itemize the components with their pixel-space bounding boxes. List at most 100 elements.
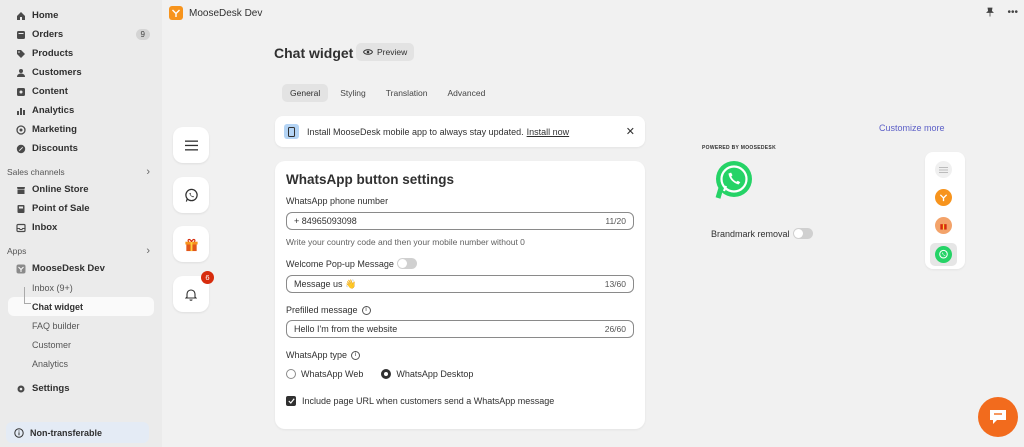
- radio-whatsapp-desktop[interactable]: WhatsApp Desktop: [381, 369, 473, 379]
- nav-online-store[interactable]: Online Store: [0, 180, 162, 199]
- nav-settings[interactable]: Settings: [0, 379, 162, 398]
- menu-dots-icon[interactable]: [935, 161, 952, 178]
- phone-char-count: 11/20: [605, 216, 626, 226]
- nav-inbox[interactable]: Inbox: [0, 218, 162, 237]
- apps-header[interactable]: Apps ›: [0, 242, 162, 259]
- phone-number-input[interactable]: + 84965093098 11/20: [286, 212, 634, 230]
- target-icon: [16, 124, 26, 135]
- mobile-phone-icon: [284, 124, 299, 139]
- tab-styling[interactable]: Styling: [332, 84, 374, 102]
- hamburger-icon: [184, 140, 198, 150]
- powered-by-label: POWERED BY MOOSEDESK: [702, 145, 776, 151]
- moosedesk-logo-icon: [169, 6, 183, 20]
- prefilled-message-input[interactable]: Hello I'm from the website 26/60: [286, 320, 634, 338]
- prefilled-label-text: Prefilled message: [286, 305, 358, 315]
- install-now-link[interactable]: Install now: [527, 127, 570, 137]
- nav-label: Content: [32, 86, 68, 97]
- popup-toggle[interactable]: [396, 258, 417, 269]
- person-icon: [16, 68, 26, 78]
- tab-advanced[interactable]: Advanced: [440, 84, 494, 102]
- nav-sub-faq-builder[interactable]: FAQ builder: [0, 316, 162, 335]
- radio-label: WhatsApp Web: [301, 369, 364, 379]
- include-url-checkbox-row[interactable]: Include page URL when customers send a W…: [286, 396, 554, 406]
- orders-icon: [16, 30, 26, 40]
- prefilled-char-count: 26/60: [604, 324, 626, 334]
- banner-text: Install MooseDesk mobile app to always s…: [307, 126, 524, 137]
- checkbox-checked[interactable]: [286, 396, 296, 406]
- nav-sub-chat-widget[interactable]: Chat widget: [8, 287, 154, 316]
- nav-customers[interactable]: Customers: [0, 63, 162, 82]
- whatsapp-channel-button[interactable]: [173, 177, 209, 213]
- nav-label: Orders: [32, 29, 64, 40]
- nav-products[interactable]: Products: [0, 44, 162, 63]
- popup-char-count: 13/60: [604, 279, 626, 289]
- eye-icon: [363, 49, 373, 55]
- nav-label: Settings: [32, 383, 70, 394]
- whatsapp-icon[interactable]: [935, 246, 952, 263]
- gift-icon[interactable]: [935, 217, 952, 234]
- nav-label: Analytics: [32, 105, 75, 116]
- radio-whatsapp-web[interactable]: WhatsApp Web: [286, 369, 363, 379]
- nav-label: MooseDesk Dev: [32, 263, 105, 274]
- tab-general[interactable]: General: [282, 84, 329, 102]
- inbox-icon: [16, 223, 26, 233]
- prefilled-value: Hello I'm from the website: [294, 324, 398, 334]
- app-topbar: MooseDesk Dev •••: [162, 0, 1024, 26]
- nav-point-of-sale[interactable]: Point of Sale: [0, 199, 162, 218]
- nav-label: Customers: [32, 67, 82, 78]
- orders-count-badge: 9: [135, 29, 150, 40]
- info-icon[interactable]: i: [351, 350, 361, 360]
- pos-icon: [16, 204, 26, 214]
- nav-home[interactable]: Home: [0, 6, 162, 25]
- pin-icon[interactable]: [985, 7, 995, 20]
- more-icon[interactable]: •••: [1007, 7, 1018, 20]
- nav-marketing[interactable]: Marketing: [0, 120, 162, 139]
- brandmark-removal-row: Brandmark removal: [711, 228, 813, 239]
- nav-sub-analytics[interactable]: Analytics: [0, 354, 162, 373]
- chat-launcher-button[interactable]: [978, 397, 1018, 437]
- nav-content[interactable]: Content: [0, 82, 162, 101]
- radio-dot-selected: [381, 369, 392, 379]
- chevron-right-icon: ›: [146, 165, 150, 178]
- whatsapp-settings-card: WhatsApp button settings WhatsApp phone …: [275, 161, 645, 429]
- info-icon[interactable]: i: [361, 305, 371, 315]
- menu-button[interactable]: [173, 127, 209, 163]
- tab-translation[interactable]: Translation: [378, 84, 436, 102]
- sales-channels-header[interactable]: Sales channels ›: [0, 163, 162, 180]
- app-title: MooseDesk Dev: [189, 7, 263, 19]
- radio-dot: [286, 369, 296, 379]
- brandmark-toggle[interactable]: [792, 228, 813, 239]
- phone-label: WhatsApp phone number: [286, 196, 388, 206]
- moosedesk-app-icon: [16, 264, 26, 274]
- popup-message-input[interactable]: Message us 👋 13/60: [286, 275, 634, 293]
- nav-discounts[interactable]: Discounts: [0, 139, 162, 158]
- tree-connector: [24, 287, 31, 304]
- nav-label: Home: [32, 10, 59, 21]
- popup-label-text: Welcome Pop-up Message: [286, 258, 394, 269]
- content-icon: [16, 87, 26, 97]
- home-icon: [16, 11, 26, 21]
- apps-title: Apps: [7, 245, 27, 256]
- preview-button[interactable]: Preview: [356, 43, 415, 61]
- nav-sub-customer[interactable]: Customer: [0, 335, 162, 354]
- phone-label-text: WhatsApp phone number: [286, 196, 389, 206]
- nav-app-moosedesk[interactable]: MooseDesk Dev: [0, 259, 162, 278]
- non-transferable-notice[interactable]: Non-transferable: [6, 422, 149, 443]
- nav-label: Inbox: [32, 222, 58, 233]
- gift-channel-button[interactable]: [173, 226, 209, 262]
- whatsapp-type-label: WhatsApp type i: [286, 350, 361, 360]
- close-icon[interactable]: ✕: [626, 125, 635, 138]
- settings-tabs: General Styling Translation Advanced: [282, 84, 493, 102]
- install-app-banner: Install MooseDesk mobile app to always s…: [275, 116, 645, 147]
- page-title: Chat widget: [274, 45, 354, 61]
- tag-icon: [16, 49, 26, 59]
- nav-orders[interactable]: Orders 9: [0, 25, 162, 44]
- popup-value: Message us 👋: [294, 278, 357, 289]
- whatsapp-logo-icon[interactable]: [712, 158, 756, 202]
- popup-label: Welcome Pop-up Message: [286, 258, 417, 269]
- customize-more-link[interactable]: Customize more: [879, 123, 945, 133]
- moosedesk-logo-icon[interactable]: [935, 189, 952, 206]
- nav-analytics[interactable]: Analytics: [0, 101, 162, 120]
- nav-label: Point of Sale: [32, 203, 90, 214]
- notifications-button[interactable]: 6: [173, 271, 214, 312]
